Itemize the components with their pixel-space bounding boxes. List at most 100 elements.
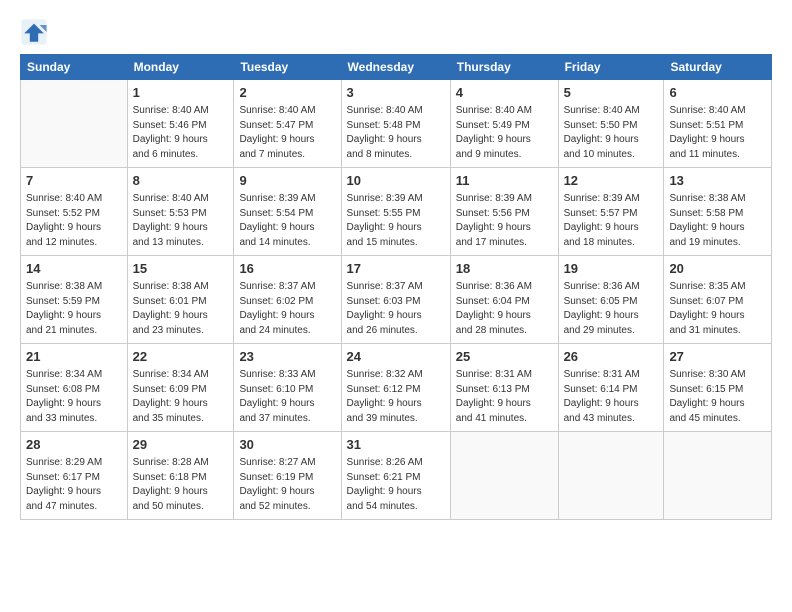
day-number: 18 (456, 260, 553, 278)
day-info: Sunrise: 8:39 AMSunset: 5:54 PMDaylight:… (239, 192, 335, 250)
calendar-cell: 15 Sunrise: 8:38 AMSunset: 6:01 PMDayligh… (127, 256, 234, 344)
day-info: Sunrise: 8:32 AMSunset: 6:12 PMDaylight:… (347, 368, 445, 426)
day-number: 9 (239, 172, 335, 190)
day-number: 31 (347, 436, 445, 454)
calendar-cell: 27 Sunrise: 8:30 AMSunset: 6:15 PMDayligh… (664, 344, 772, 432)
day-info: Sunrise: 8:38 AMSunset: 6:01 PMDaylight:… (133, 280, 229, 338)
calendar-cell: 30 Sunrise: 8:27 AMSunset: 6:19 PMDayligh… (234, 432, 341, 520)
weekday-thursday: Thursday (450, 55, 558, 80)
day-number: 12 (564, 172, 659, 190)
calendar-cell: 5 Sunrise: 8:40 AMSunset: 5:50 PMDaylight… (558, 80, 664, 168)
day-number: 22 (133, 348, 229, 366)
weekday-sunday: Sunday (21, 55, 128, 80)
calendar-cell: 23 Sunrise: 8:33 AMSunset: 6:10 PMDayligh… (234, 344, 341, 432)
calendar-cell: 18 Sunrise: 8:36 AMSunset: 6:04 PMDayligh… (450, 256, 558, 344)
day-number: 17 (347, 260, 445, 278)
logo (20, 18, 52, 46)
day-number: 19 (564, 260, 659, 278)
calendar-cell: 13 Sunrise: 8:38 AMSunset: 5:58 PMDayligh… (664, 168, 772, 256)
day-number: 20 (669, 260, 766, 278)
day-number: 15 (133, 260, 229, 278)
day-info: Sunrise: 8:26 AMSunset: 6:21 PMDaylight:… (347, 456, 445, 514)
day-info: Sunrise: 8:39 AMSunset: 5:57 PMDaylight:… (564, 192, 659, 250)
calendar-cell: 1Sunrise: 8:40 AMSunset: 5:46 PMDaylight… (127, 80, 234, 168)
calendar-cell: 6Sunrise: 8:40 AMSunset: 5:51 PMDaylight… (664, 80, 772, 168)
calendar-cell: 3Sunrise: 8:40 AMSunset: 5:48 PMDaylight… (341, 80, 450, 168)
day-info: Sunrise: 8:40 AMSunset: 5:50 PMDaylight:… (564, 104, 659, 162)
day-info: Sunrise: 8:40 AMSunset: 5:52 PMDaylight:… (26, 192, 122, 250)
day-info: Sunrise: 8:33 AMSunset: 6:10 PMDaylight:… (239, 368, 335, 426)
calendar-cell: 22 Sunrise: 8:34 AMSunset: 6:09 PMDayligh… (127, 344, 234, 432)
calendar-cell: 11 Sunrise: 8:39 AMSunset: 5:56 PMDayligh… (450, 168, 558, 256)
weekday-monday: Monday (127, 55, 234, 80)
day-number: 16 (239, 260, 335, 278)
day-info: Sunrise: 8:31 AMSunset: 6:13 PMDaylight:… (456, 368, 553, 426)
calendar-cell: 4Sunrise: 8:40 AMSunset: 5:49 PMDaylight… (450, 80, 558, 168)
calendar-cell: 12 Sunrise: 8:39 AMSunset: 5:57 PMDayligh… (558, 168, 664, 256)
calendar-cell (450, 432, 558, 520)
calendar-cell: 31 Sunrise: 8:26 AMSunset: 6:21 PMDayligh… (341, 432, 450, 520)
calendar-cell: 7 Sunrise: 8:40 AMSunset: 5:52 PMDaylight… (21, 168, 128, 256)
day-number: 10 (347, 172, 445, 190)
calendar-cell: 16 Sunrise: 8:37 AMSunset: 6:02 PMDayligh… (234, 256, 341, 344)
header (20, 18, 772, 46)
calendar-cell: 8Sunrise: 8:40 AMSunset: 5:53 PMDaylight… (127, 168, 234, 256)
day-number: 27 (669, 348, 766, 366)
day-info: Sunrise: 8:38 AMSunset: 5:59 PMDaylight:… (26, 280, 122, 338)
weekday-friday: Friday (558, 55, 664, 80)
day-number: 13 (669, 172, 766, 190)
week-row-3: 14 Sunrise: 8:38 AMSunset: 5:59 PMDayligh… (21, 256, 772, 344)
day-number: 6 (669, 84, 766, 102)
week-row-5: 28 Sunrise: 8:29 AMSunset: 6:17 PMDayligh… (21, 432, 772, 520)
day-number: 14 (26, 260, 122, 278)
day-number: 24 (347, 348, 445, 366)
logo-icon (20, 18, 48, 46)
calendar-cell (664, 432, 772, 520)
day-number: 30 (239, 436, 335, 454)
calendar-cell: 24 Sunrise: 8:32 AMSunset: 6:12 PMDayligh… (341, 344, 450, 432)
day-info: Sunrise: 8:30 AMSunset: 6:15 PMDaylight:… (669, 368, 766, 426)
calendar-cell: 19 Sunrise: 8:36 AMSunset: 6:05 PMDayligh… (558, 256, 664, 344)
day-number: 5 (564, 84, 659, 102)
day-info: Sunrise: 8:34 AMSunset: 6:08 PMDaylight:… (26, 368, 122, 426)
day-info: Sunrise: 8:39 AMSunset: 5:55 PMDaylight:… (347, 192, 445, 250)
day-info: Sunrise: 8:36 AMSunset: 6:05 PMDaylight:… (564, 280, 659, 338)
calendar-cell: 17 Sunrise: 8:37 AMSunset: 6:03 PMDayligh… (341, 256, 450, 344)
weekday-wednesday: Wednesday (341, 55, 450, 80)
calendar-cell: 20 Sunrise: 8:35 AMSunset: 6:07 PMDayligh… (664, 256, 772, 344)
day-number: 29 (133, 436, 229, 454)
day-number: 25 (456, 348, 553, 366)
calendar-cell: 14 Sunrise: 8:38 AMSunset: 5:59 PMDayligh… (21, 256, 128, 344)
day-number: 23 (239, 348, 335, 366)
day-info: Sunrise: 8:34 AMSunset: 6:09 PMDaylight:… (133, 368, 229, 426)
day-info: Sunrise: 8:37 AMSunset: 6:03 PMDaylight:… (347, 280, 445, 338)
day-number: 8 (133, 172, 229, 190)
day-number: 28 (26, 436, 122, 454)
day-info: Sunrise: 8:40 AMSunset: 5:48 PMDaylight:… (347, 104, 445, 162)
calendar-cell: 10 Sunrise: 8:39 AMSunset: 5:55 PMDayligh… (341, 168, 450, 256)
day-info: Sunrise: 8:38 AMSunset: 5:58 PMDaylight:… (669, 192, 766, 250)
day-number: 4 (456, 84, 553, 102)
day-info: Sunrise: 8:39 AMSunset: 5:56 PMDaylight:… (456, 192, 553, 250)
week-row-4: 21Sunrise: 8:34 AMSunset: 6:08 PMDayligh… (21, 344, 772, 432)
calendar-cell: 26Sunrise: 8:31 AMSunset: 6:14 PMDayligh… (558, 344, 664, 432)
day-number: 7 (26, 172, 122, 190)
calendar-cell: 21Sunrise: 8:34 AMSunset: 6:08 PMDayligh… (21, 344, 128, 432)
day-info: Sunrise: 8:28 AMSunset: 6:18 PMDaylight:… (133, 456, 229, 514)
day-number: 26 (564, 348, 659, 366)
day-info: Sunrise: 8:27 AMSunset: 6:19 PMDaylight:… (239, 456, 335, 514)
page: SundayMondayTuesdayWednesdayThursdayFrid… (0, 0, 792, 612)
week-row-2: 7 Sunrise: 8:40 AMSunset: 5:52 PMDaylight… (21, 168, 772, 256)
day-info: Sunrise: 8:29 AMSunset: 6:17 PMDaylight:… (26, 456, 122, 514)
day-info: Sunrise: 8:37 AMSunset: 6:02 PMDaylight:… (239, 280, 335, 338)
calendar-cell (21, 80, 128, 168)
day-info: Sunrise: 8:35 AMSunset: 6:07 PMDaylight:… (669, 280, 766, 338)
weekday-header-row: SundayMondayTuesdayWednesdayThursdayFrid… (21, 55, 772, 80)
day-number: 1 (133, 84, 229, 102)
day-info: Sunrise: 8:36 AMSunset: 6:04 PMDaylight:… (456, 280, 553, 338)
day-number: 2 (239, 84, 335, 102)
calendar-cell: 9 Sunrise: 8:39 AMSunset: 5:54 PMDaylight… (234, 168, 341, 256)
day-number: 11 (456, 172, 553, 190)
calendar-table: SundayMondayTuesdayWednesdayThursdayFrid… (20, 54, 772, 520)
weekday-saturday: Saturday (664, 55, 772, 80)
